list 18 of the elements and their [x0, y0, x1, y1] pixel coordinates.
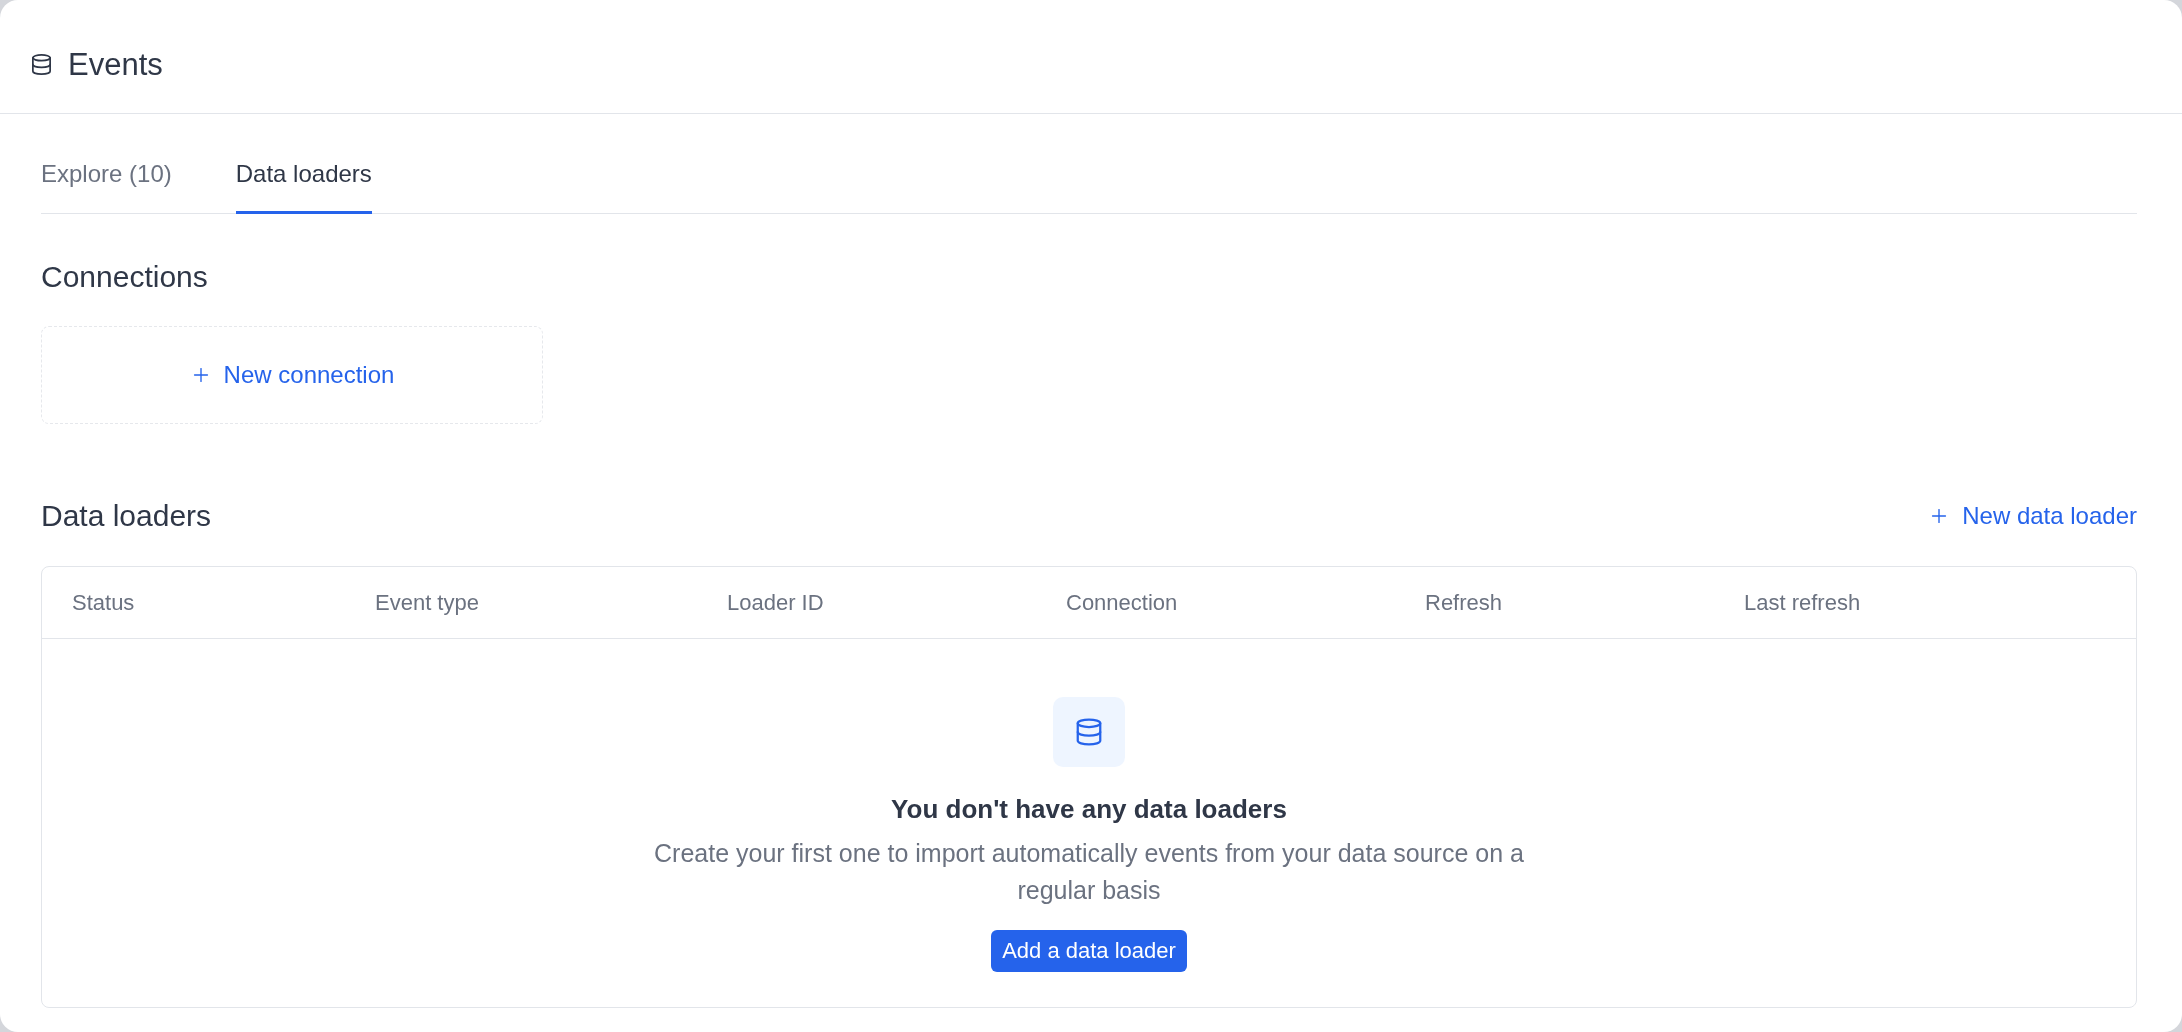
column-header: Last refresh	[1744, 589, 1861, 615]
empty-state-title: You don't have any data loaders	[891, 793, 1287, 825]
column-header: Connection	[1066, 589, 1178, 615]
column-header: Event type	[375, 589, 479, 615]
column-header: Loader ID	[727, 589, 824, 615]
database-icon	[1053, 697, 1125, 767]
column-header: Refresh	[1425, 589, 1503, 615]
add-data-loader-button[interactable]: Add a data loader	[991, 930, 1187, 972]
tab[interactable]: Explore (10)	[41, 114, 172, 214]
column-header: Status	[72, 589, 135, 615]
page-title: Events	[68, 46, 163, 83]
section-heading: Data loaders	[41, 498, 212, 534]
empty-state-description: Create your first one to import automatically events from your data source on a regular basis	[653, 838, 1525, 906]
section-heading: Connections	[41, 259, 208, 295]
database-icon	[30, 53, 53, 76]
new-connection-button[interactable]: New connection	[189, 360, 395, 390]
tab[interactable]: Data loaders	[235, 114, 372, 214]
new-data-loader-button[interactable]: New data loader	[1928, 501, 2137, 531]
